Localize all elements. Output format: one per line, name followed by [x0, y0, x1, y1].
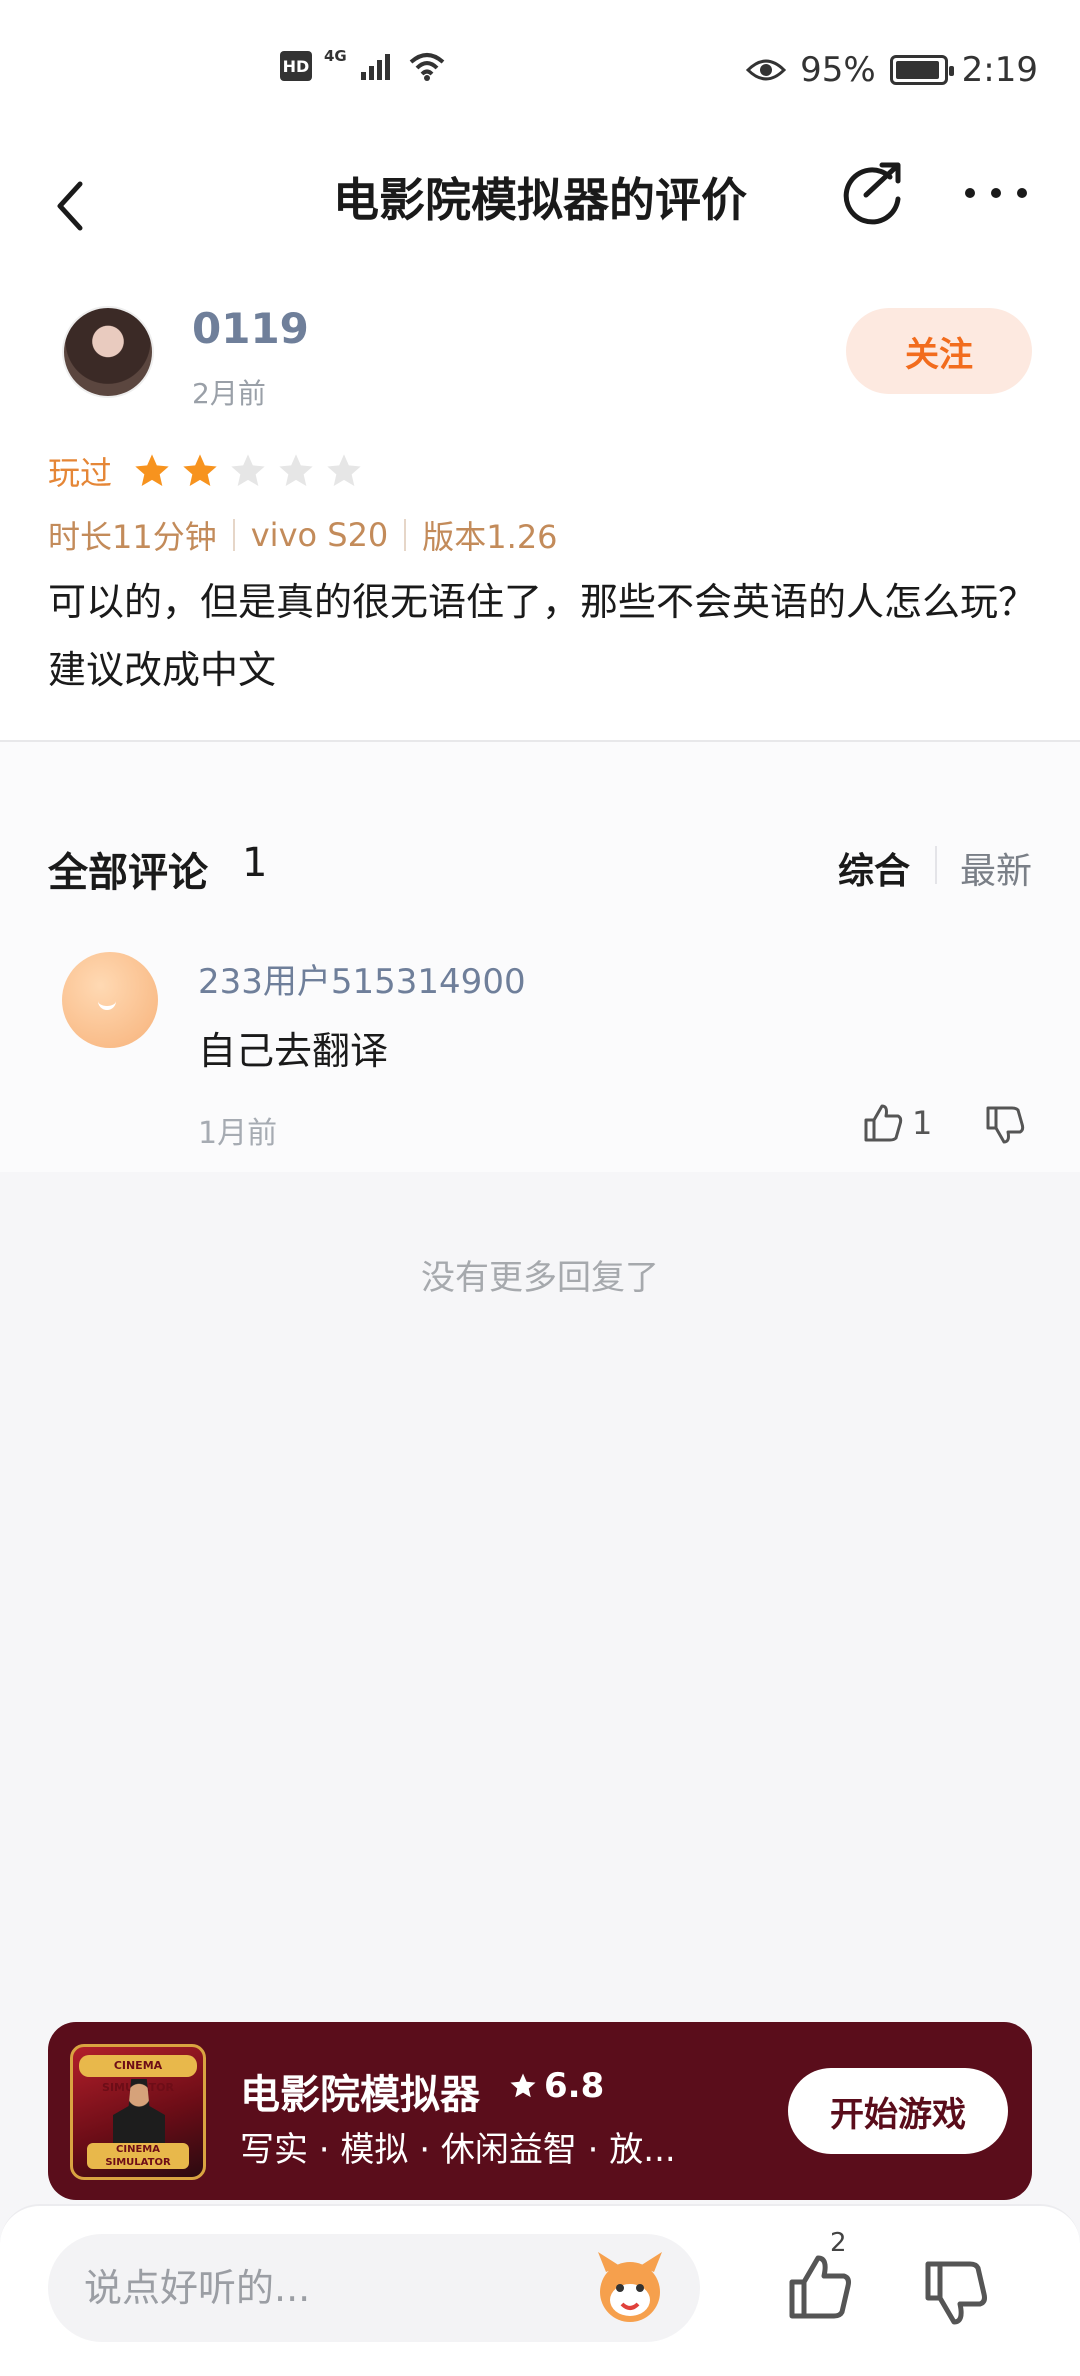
- meta-divider: [404, 519, 407, 551]
- star-filled-icon: [135, 454, 169, 486]
- thumbs-up-icon: [864, 1104, 903, 1142]
- star-rating: [132, 451, 364, 491]
- status-bar: HD 4G 95% 2:19: [0, 0, 1080, 150]
- rating-row: 玩过: [48, 448, 364, 494]
- comment-like-count: 1: [912, 1104, 933, 1142]
- star-filled-icon: [183, 454, 217, 486]
- dislike-icon[interactable]: [920, 2256, 992, 2328]
- game-rating-value: 6.8: [544, 2066, 605, 2106]
- like-icon[interactable]: [784, 2252, 856, 2324]
- sort-divider: [935, 846, 937, 884]
- review-meta: 时长11分钟 vivo S20 版本1.26: [48, 512, 558, 558]
- wifi-icon: [409, 53, 445, 81]
- sort-latest-tab[interactable]: 最新: [960, 842, 1032, 894]
- bottom-bar: 2: [0, 2204, 1080, 2376]
- device-model: vivo S20: [250, 516, 389, 554]
- battery-percent: 95%: [800, 50, 876, 90]
- comment-text: 自己去翻译: [198, 1029, 389, 1073]
- game-name: 电影院模拟器: [240, 2072, 480, 2118]
- star-empty-icon: [279, 454, 313, 486]
- reviewer-username[interactable]: 0119: [192, 304, 309, 353]
- commenter-avatar[interactable]: [62, 952, 158, 1048]
- comment-input-wrapper[interactable]: [48, 2234, 700, 2342]
- game-card[interactable]: CINEMA SIMULATOR CINEMA SIMULATOR 电影院模拟器…: [48, 2022, 1032, 2200]
- sort-overall-tab[interactable]: 综合: [838, 842, 910, 894]
- comments-count: 1: [242, 840, 268, 886]
- hd-icon: HD: [280, 51, 312, 81]
- played-label: 玩过: [48, 454, 113, 492]
- game-tags: 写实 · 模拟 · 休闲益智 · 放...: [240, 2130, 676, 2170]
- play-duration: 时长11分钟: [48, 518, 217, 556]
- game-version: 版本1.26: [422, 518, 558, 556]
- review-text: 可以的，但是真的很无语住了，那些不会英语的人怎么玩？建议改成中文: [48, 580, 1037, 692]
- battery-icon: [889, 55, 954, 85]
- star-empty-icon: [327, 454, 361, 486]
- eye-icon: [746, 59, 787, 81]
- reviewer-avatar[interactable]: [62, 306, 154, 398]
- start-game-button[interactable]: 开始游戏: [788, 2068, 1008, 2154]
- thumbs-down-icon[interactable]: [984, 1104, 1026, 1146]
- follow-button[interactable]: 关注: [846, 308, 1032, 394]
- star-icon: [510, 2073, 536, 2098]
- comment-input[interactable]: [84, 2234, 584, 2342]
- star-empty-icon: [231, 454, 265, 486]
- review-section: HD 4G 95% 2:19 电影院模拟器的评价 0119 2月前 关注 玩过 …: [0, 0, 1080, 740]
- game-rating: 6.8: [508, 2066, 604, 2106]
- page-title: 电影院模拟器的评价: [333, 173, 747, 227]
- no-more-replies: 没有更多回复了: [421, 1258, 659, 1298]
- commenter-username[interactable]: 233用户515314900: [198, 954, 526, 1003]
- signal-icon: [360, 54, 390, 80]
- game-icon-marquee: CINEMA SIMULATOR: [79, 2055, 197, 2094]
- status-right: 95% 2:19: [746, 50, 1038, 90]
- share-icon[interactable]: [838, 155, 908, 225]
- comments-section: 全部评论 1 综合 最新 233用户515314900 自己去翻译 1月前 1: [0, 742, 1080, 1172]
- status-left: HD 4G: [280, 47, 447, 82]
- game-icon-tag: CINEMA SIMULATOR: [87, 2143, 189, 2169]
- comment-time: 1月前: [198, 1116, 278, 1151]
- comment-like-button[interactable]: 1: [862, 1102, 932, 1144]
- review-time: 2月前: [192, 377, 266, 410]
- more-icon[interactable]: [960, 178, 1032, 208]
- mascot-emoji-icon[interactable]: [588, 2246, 672, 2330]
- clock: 2:19: [961, 50, 1038, 90]
- game-icon[interactable]: CINEMA SIMULATOR CINEMA SIMULATOR: [70, 2044, 206, 2180]
- comments-title: 全部评论: [48, 850, 208, 896]
- nav-bar: 电影院模拟器的评价: [0, 150, 1080, 260]
- meta-divider: [232, 519, 235, 551]
- network-type: 4G: [324, 47, 347, 65]
